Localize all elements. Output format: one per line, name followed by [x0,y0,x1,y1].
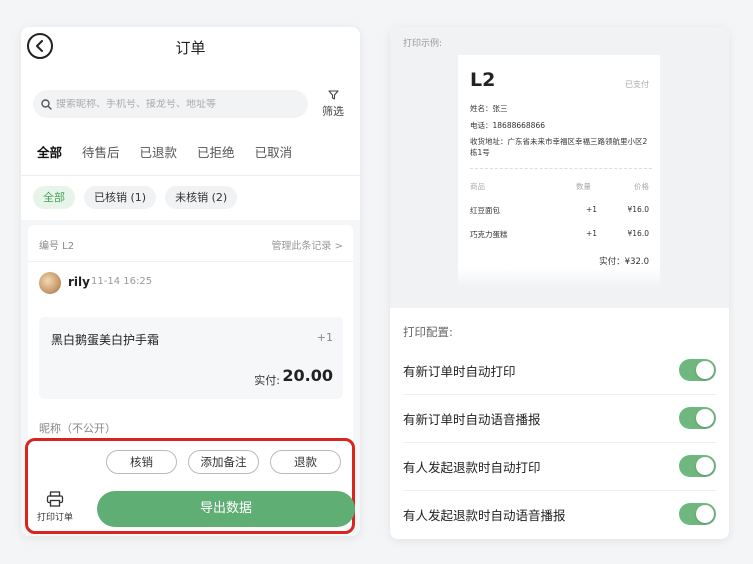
search-input[interactable] [56,98,296,110]
tab-refunded[interactable]: 已退款 [140,142,178,161]
nickname-label: 昵称（不公开） [39,422,116,435]
order-item: 黑白鹅蛋美白护手霜 +1 实付: 20.00 [39,317,343,399]
setting-row-voice-new: 有新订单时自动语音播报 [390,395,729,443]
receipt-status: 已支付 [625,80,649,89]
card-divider [28,261,353,262]
manage-record-link[interactable]: 管理此条记录 > [271,237,343,252]
filter-label: 筛选 [322,105,344,118]
receipt-col-price: 价格 [634,182,649,191]
tabs-divider [21,175,360,176]
setting-row-auto-print-new: 有新订单时自动打印 [390,347,729,395]
item-name: 黑白鹅蛋美白护手霜 [51,333,160,347]
setting-row-voice-refund: 有人发起退款时自动语音播报 [390,491,729,539]
receipt-fade [458,268,660,288]
receipt-item-price: ¥16.0 [627,205,649,214]
setting-label: 有人发起退款时自动语音播报 [403,508,566,523]
receipt-col-qty: 数量 [576,182,591,191]
page-title: 订单 [175,39,206,57]
paid-label: 实付: [254,374,280,387]
setting-row-auto-print-refund: 有人发起退款时自动打印 [390,443,729,491]
tab-all[interactable]: 全部 [37,142,62,161]
username: rily [68,275,90,289]
toggle-switch[interactable] [679,455,716,477]
filter-icon [327,90,339,100]
print-order-button[interactable]: 打印订单 [34,491,76,523]
paid-amount: 20.00 [282,366,333,385]
add-note-button[interactable]: 添加备注 [188,450,259,474]
receipt-item-qty: +1 [586,205,598,214]
toggle-switch[interactable] [679,407,716,429]
receipt-item-qty: +1 [586,229,598,238]
avatar [39,272,61,294]
setting-label: 有新订单时自动打印 [403,364,516,379]
chip-unverified[interactable]: 未核销 (2) [165,186,238,209]
search-icon [41,98,52,110]
bottom-action-bar: 核销 添加备注 退款 打印订单 导出数据 [25,438,355,534]
order-card[interactable]: 编号 L2 管理此条记录 > rily 11-14 16:25 黑白鹅蛋美白护手… [28,225,353,465]
item-quantity: +1 [316,331,333,344]
verify-button[interactable]: 核销 [106,450,177,474]
chip-all[interactable]: 全部 [33,186,75,209]
print-settings-panel: 打印示例: L2 已支付 姓名：张三 电话：18688668866 收货地址：广… [390,27,729,539]
config-label: 打印配置: [403,325,453,339]
setting-label: 有新订单时自动语音播报 [403,412,541,427]
orders-panel: 订单 筛选 全部 待售后 已退款 已拒绝 已取消 全部 已核销 (1) 未核销 … [21,27,360,536]
receipt-total: 实付：¥32.0 [599,257,649,267]
receipt-name: 姓名：张三 [470,104,508,113]
print-order-label: 打印订单 [36,513,73,523]
toggle-knob [696,505,714,523]
receipt-col-item: 商品 [470,182,485,191]
tab-after-sale[interactable]: 待售后 [82,142,120,161]
preview-label: 打印示例: [403,39,443,49]
export-data-button[interactable]: 导出数据 [97,491,355,527]
toggle-knob [696,457,714,475]
filter-chips: 全部 已核销 (1) 未核销 (2) [33,186,238,209]
top-bar: 订单 [21,27,360,67]
refund-button[interactable]: 退款 [270,450,341,474]
tab-rejected[interactable]: 已拒绝 [197,142,235,161]
receipt-item-name: 巧克力蛋糕 [470,230,508,239]
receipt-sample: L2 已支付 姓名：张三 电话：18688668866 收货地址：广东省未来市幸… [458,55,660,288]
receipt-item-price: ¥16.0 [627,229,649,238]
receipt-item-name: 红豆面包 [470,206,500,215]
printer-icon [46,491,64,507]
receipt-divider [470,168,652,169]
toggle-switch[interactable] [679,503,716,525]
receipt-code: L2 [470,69,496,91]
tab-cancelled[interactable]: 已取消 [255,142,293,161]
receipt-phone: 电话：18688668866 [470,121,545,130]
setting-label: 有人发起退款时自动打印 [403,460,541,475]
chip-verified[interactable]: 已核销 (1) [84,186,157,209]
toggle-knob [696,409,714,427]
print-preview: 打印示例: L2 已支付 姓名：张三 电话：18688668866 收货地址：广… [390,27,729,308]
search-bar[interactable] [33,90,308,118]
toggle-switch[interactable] [679,359,716,381]
order-number: 编号 L2 [39,241,75,252]
toggle-knob [696,361,714,379]
filter-button[interactable]: 筛选 [317,90,349,119]
order-time: 11-14 16:25 [91,276,153,287]
order-tabs: 全部 待售后 已退款 已拒绝 已取消 [37,142,292,161]
receipt-address: 收货地址：广东省未来市幸福区幸福三路领航里小区2栋1号 [470,137,648,157]
